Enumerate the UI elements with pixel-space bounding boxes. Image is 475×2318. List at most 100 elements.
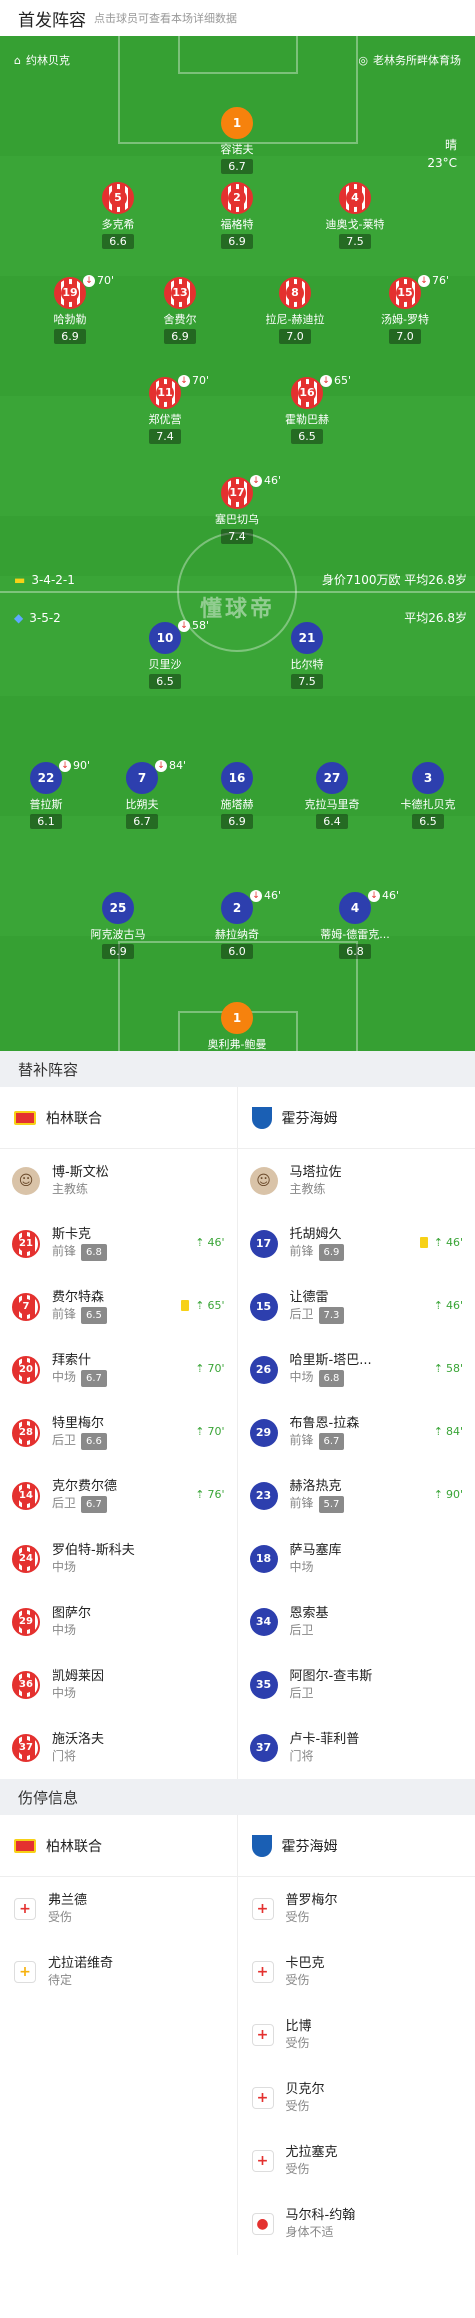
sub-row[interactable]: 14 克尔费尔德 后卫 6.7 ⇡ 76' bbox=[0, 1464, 237, 1527]
player-number: 29 bbox=[18, 1613, 34, 1630]
sub-row[interactable]: 29 图萨尔 中场 bbox=[0, 1590, 237, 1653]
injury-icon: + bbox=[251, 2149, 274, 2172]
injury-row[interactable]: + 普罗梅尔 受伤 bbox=[238, 1877, 475, 1940]
home-player[interactable]: 17 ↓ 46' 塞巴切乌 7.4 bbox=[192, 474, 282, 544]
home-player[interactable]: 19 ↓ 70' 哈勃勒 6.9 bbox=[25, 274, 115, 344]
player-kit-icon: 21 bbox=[291, 622, 323, 654]
sub-row[interactable]: 24 罗伯特-斯科夫 中场 bbox=[0, 1527, 237, 1590]
player-number: 18 bbox=[255, 1552, 272, 1565]
away-player[interactable]: 27 克拉马里奇 6.4 bbox=[287, 762, 377, 829]
injury-icon: + bbox=[251, 2023, 274, 2046]
home-player[interactable]: 11 ↓ 70' 郑优营 7.4 bbox=[120, 374, 210, 444]
away-player[interactable]: 1奥利弗-鲍曼6.4 bbox=[192, 1002, 282, 1051]
player-kit-icon: 17 bbox=[221, 477, 253, 509]
player-kit-icon: 15 bbox=[249, 1292, 278, 1321]
lineup-subtitle: 点击球员可查看本场详细数据 bbox=[94, 12, 237, 25]
player-name: 容诺夫 bbox=[220, 143, 254, 156]
home-player[interactable]: 2 福格特 6.9 bbox=[192, 182, 282, 249]
away-player[interactable]: 3 卡德扎贝克 6.5 bbox=[383, 762, 473, 829]
away-player[interactable]: 16 施塔赫 6.9 bbox=[192, 762, 282, 829]
sub-out-icon: ↓ bbox=[178, 374, 190, 387]
sub-position: 主教练 bbox=[289, 1181, 326, 1196]
injury-row[interactable]: + 比博 受伤 bbox=[238, 2003, 475, 2066]
sub-name: 克尔费尔德 bbox=[52, 1479, 118, 1494]
away-player[interactable]: 10 ↓ 58' 贝里沙 6.5 bbox=[120, 619, 210, 689]
away-player[interactable]: 2 ↓ 46' 赫拉纳奇 6.0 bbox=[192, 889, 282, 959]
sub-position: 中场 bbox=[52, 1559, 77, 1574]
sub-in-icon: ⇡ bbox=[433, 1236, 443, 1249]
sub-row[interactable]: 26 哈里斯-塔巴... 中场 6.8 ⇡ 58' bbox=[238, 1338, 475, 1401]
player-number: 37 bbox=[18, 1739, 34, 1756]
sub-row[interactable]: 28 特里梅尔 后卫 6.6 ⇡ 70' bbox=[0, 1401, 237, 1464]
player-rating: 6.5 bbox=[412, 814, 444, 829]
sub-row[interactable]: 37 施沃洛夫 门将 bbox=[0, 1716, 237, 1779]
sub-position: 中场 bbox=[289, 1370, 314, 1384]
sub-name: 布鲁恩-拉森 bbox=[289, 1416, 360, 1431]
player-name: 施塔赫 bbox=[220, 798, 254, 811]
player-kit-icon: 10 bbox=[149, 622, 181, 654]
injury-row[interactable]: + 尤拉诺维奇 待定 bbox=[0, 1940, 237, 2003]
player-number: 19 bbox=[61, 284, 79, 302]
injury-row[interactable]: ● 马尔科-约翰 身体不适 bbox=[238, 2192, 475, 2255]
sub-row[interactable]: 7 费尔特森 前锋 6.5 ⇡ 65' bbox=[0, 1275, 237, 1338]
home-player[interactable]: 15 ↓ 76' 汤姆-罗特 7.0 bbox=[360, 274, 450, 344]
away-player[interactable]: 4 ↓ 46' 蒂姆-德雷克... 6.8 bbox=[310, 889, 400, 959]
sub-name: 费尔特森 bbox=[52, 1290, 105, 1305]
player-kit-icon: 37 bbox=[249, 1733, 278, 1762]
sub-position: 中场 bbox=[289, 1559, 314, 1574]
sub-row[interactable]: 34 恩索基 后卫 bbox=[238, 1590, 475, 1653]
stadium-icon: ⌂ bbox=[14, 53, 21, 67]
sub-position: 中场 bbox=[52, 1622, 77, 1637]
home-player[interactable]: 5 多克希 6.6 bbox=[73, 182, 163, 249]
player-rating: 6.7 bbox=[221, 159, 253, 174]
player-kit-icon: 14 bbox=[12, 1481, 40, 1510]
sub-row[interactable]: 29 布鲁恩-拉森 前锋 6.7 ⇡ 84' bbox=[238, 1401, 475, 1464]
sub-out-icon: ↓ bbox=[250, 889, 262, 902]
sub-row[interactable]: ☺ 博-斯文松 主教练 bbox=[0, 1149, 237, 1212]
injury-row[interactable]: + 卡巴克 受伤 bbox=[238, 1940, 475, 2003]
away-player[interactable]: 7 ↓ 84' 比朔夫 6.7 bbox=[97, 759, 187, 829]
sub-row[interactable]: 17 托胡姆久 前锋 6.9 ⇡ 46' bbox=[238, 1212, 475, 1275]
sub-row[interactable]: 23 赫洛热克 前锋 5.7 ⇡ 90' bbox=[238, 1464, 475, 1527]
away-player[interactable]: 25 阿克波古马 6.9 bbox=[73, 892, 163, 959]
sub-position: 前锋 bbox=[289, 1244, 314, 1258]
player-number: 24 bbox=[18, 1550, 34, 1567]
home-player[interactable]: 1 容诺夫 6.7 bbox=[192, 107, 282, 174]
home-player[interactable]: 8 拉尼-赫迪拉 7.0 bbox=[250, 277, 340, 344]
sub-row[interactable]: 37 卢卡-菲利普 门将 bbox=[238, 1716, 475, 1779]
player-kit-icon: 7 bbox=[126, 762, 158, 794]
sub-name: 罗伯特-斯科夫 bbox=[52, 1542, 135, 1558]
player-name: 比朔夫 bbox=[125, 798, 159, 811]
player-number: 21 bbox=[298, 631, 316, 645]
sub-rating: 6.7 bbox=[81, 1370, 107, 1387]
sub-in-time: ⇡ 90' bbox=[434, 1488, 463, 1501]
injury-row[interactable]: + 尤拉塞克 受伤 bbox=[238, 2129, 475, 2192]
union-badge-icon bbox=[14, 1110, 36, 1125]
sub-row[interactable]: 35 阿图尔-查韦斯 后卫 bbox=[238, 1653, 475, 1716]
away-player[interactable]: 22 ↓ 90' 普拉斯 6.1 bbox=[1, 759, 91, 829]
injury-row[interactable]: + 弗兰德 受伤 bbox=[0, 1877, 237, 1940]
player-rating: 6.6 bbox=[102, 234, 134, 249]
player-name: 贝里沙 bbox=[148, 658, 182, 671]
home-team-header: 柏林联合 bbox=[0, 1087, 237, 1149]
injury-row[interactable]: + 贝克尔 受伤 bbox=[238, 2066, 475, 2129]
sub-row[interactable]: 21 斯卡克 前锋 6.8 ⇡ 46' bbox=[0, 1212, 237, 1275]
sub-event: ↓ 70' bbox=[83, 274, 114, 287]
sub-row[interactable]: 15 让德雷 后卫 7.3 ⇡ 46' bbox=[238, 1275, 475, 1338]
sub-position: 中场 bbox=[52, 1370, 77, 1384]
away-player[interactable]: 21 比尔特 7.5 bbox=[262, 622, 352, 689]
player-rating: 7.4 bbox=[149, 429, 181, 444]
sub-row[interactable]: ☺ 马塔拉佐 主教练 bbox=[238, 1149, 475, 1212]
sub-in-icon: ⇡ bbox=[433, 1299, 443, 1312]
away-value: 平均26.8岁 bbox=[404, 611, 467, 625]
sub-row[interactable]: 36 凯姆莱因 中场 bbox=[0, 1653, 237, 1716]
sub-row[interactable]: 18 萨马塞库 中场 bbox=[238, 1527, 475, 1590]
player-name: 汤姆-罗特 bbox=[381, 313, 429, 326]
player-rating: 6.1 bbox=[30, 814, 62, 829]
injury-icon: + bbox=[251, 2086, 274, 2109]
home-player[interactable]: 13 舍费尔 6.9 bbox=[135, 277, 225, 344]
home-player[interactable]: 4 迪奥戈-莱特 7.5 bbox=[310, 182, 400, 249]
sub-row[interactable]: 20 拜索什 中场 6.7 ⇡ 70' bbox=[0, 1338, 237, 1401]
home-player[interactable]: 16 ↓ 65' 霍勒巴赫 6.5 bbox=[262, 374, 352, 444]
player-number: 1 bbox=[232, 116, 242, 130]
